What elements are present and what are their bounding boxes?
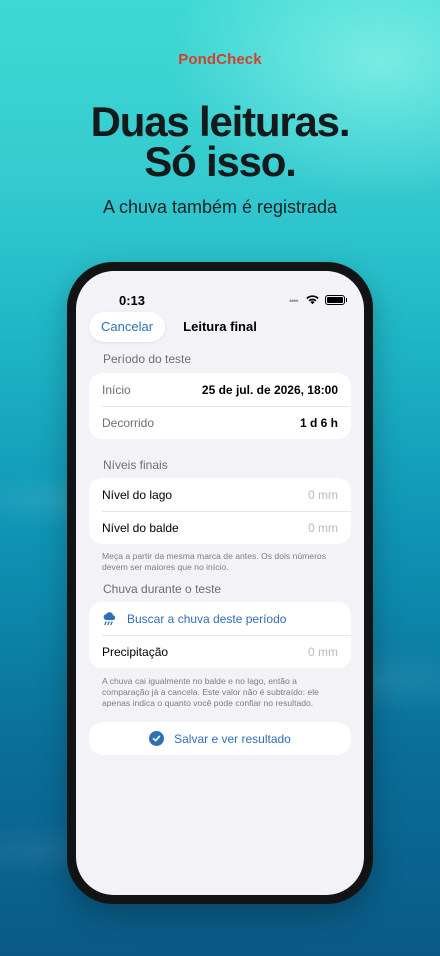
signal-dots-icon: •••• (289, 296, 299, 306)
periodo-card: Início 25 de jul. de 2026, 18:00 Decorri… (89, 373, 351, 439)
row-value: 1 d 6 h (299, 415, 338, 430)
nivel-lago-input[interactable]: 0 mm (308, 488, 338, 502)
row-inicio[interactable]: Início 25 de jul. de 2026, 18:00 (89, 373, 351, 406)
subtitle: A chuva também é registrada (102, 197, 338, 217)
checkmark-circle-icon (149, 731, 165, 746)
row-label: Nível do balde (102, 520, 179, 535)
row-nivel-lago[interactable]: Nível do lago 0 mm (89, 478, 351, 511)
row-nivel-balde[interactable]: Nível do balde 0 mm (89, 511, 351, 544)
input-unit: mm (318, 520, 338, 535)
row-value: 25 de jul. de 2026, 18:00 (201, 382, 338, 397)
section-label-niveis: Níveis finais (103, 458, 168, 472)
chuva-card: Buscar a chuva deste período Precipitaçã… (89, 602, 351, 668)
input-placeholder: 0 (307, 520, 315, 535)
row-label: Nível do lago (102, 487, 173, 502)
headline-line-1: Duas leituras. (90, 98, 351, 145)
niveis-card: Nível do lago 0 mm Nível do balde 0 mm (89, 478, 351, 544)
save-button[interactable]: Salvar e ver resultado (89, 722, 351, 755)
section-label-chuva: Chuva durante o teste (103, 582, 222, 596)
fetch-rain-label: Buscar a chuva deste período (127, 611, 287, 626)
input-placeholder: 0 (307, 644, 315, 659)
battery-icon (325, 295, 347, 305)
cloud-rain-icon (103, 611, 116, 625)
nav-title: Leitura final (183, 319, 257, 334)
status-time: 0:13 (119, 293, 146, 308)
wifi-icon (306, 295, 319, 305)
chuva-footnote: A chuva cai igualmente no balde e no lag… (102, 676, 319, 708)
brand-name: PondCheck (178, 51, 262, 68)
row-decorrido: Decorrido 1 d 6 h (89, 406, 351, 439)
nivel-balde-input[interactable]: 0 mm (308, 521, 338, 535)
section-label-periodo: Período do teste (103, 352, 192, 366)
input-unit: mm (318, 487, 338, 502)
niveis-footnote: Meça a partir da mesma marca de antes. O… (102, 551, 327, 572)
row-label: Início (102, 382, 131, 397)
phone-screen: 0:13 •••• Cancelar Leitura final Período… (76, 271, 364, 895)
headline: Duas leituras. Só isso. (0, 98, 440, 185)
headline-line-2: Só isso. (144, 138, 297, 185)
phone-frame: 0:13 •••• Cancelar Leitura final Período… (67, 262, 373, 904)
fetch-rain-button[interactable]: Buscar a chuva deste período (89, 602, 351, 635)
input-unit: mm (318, 644, 338, 659)
row-label: Precipitação (102, 644, 169, 659)
input-placeholder: 0 (307, 487, 315, 502)
save-button-label: Salvar e ver resultado (174, 731, 291, 746)
row-label: Decorrido (102, 415, 155, 430)
fetch-rain-link[interactable]: Buscar a chuva deste período (102, 612, 286, 626)
row-precipitacao[interactable]: Precipitação 0 mm (89, 635, 351, 668)
precipitacao-input[interactable]: 0 mm (308, 645, 338, 659)
